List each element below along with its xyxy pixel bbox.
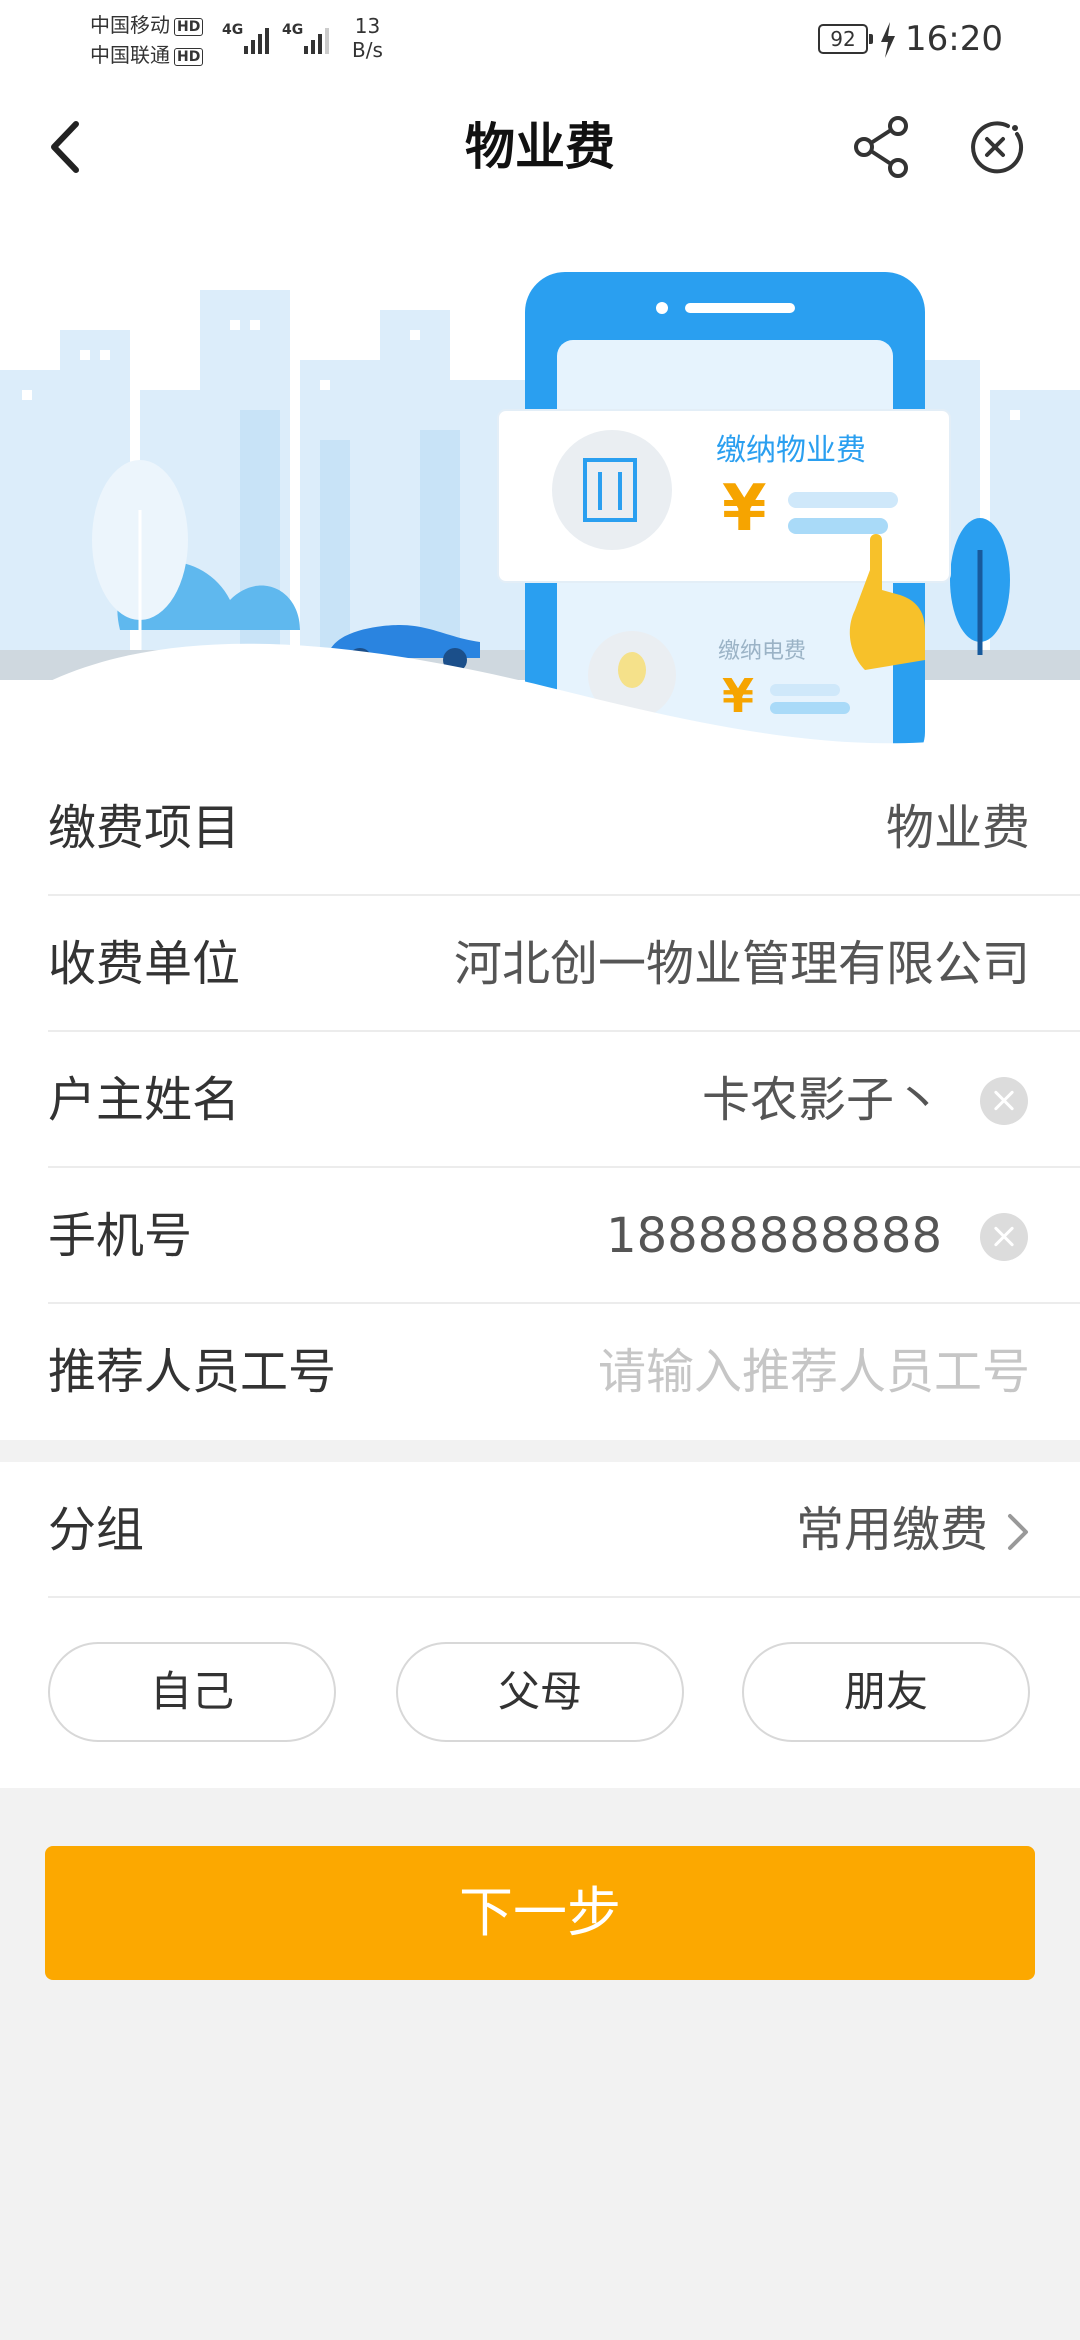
row-referrer-id: 推荐人员工号 bbox=[0, 1304, 1080, 1440]
card-main-title: 缴纳物业费 bbox=[716, 433, 866, 468]
card-secondary-title: 缴纳电费 bbox=[718, 639, 806, 664]
group-label: 分组 bbox=[48, 1502, 145, 1558]
status-bar: 中国移动 HD 中国联通 HD 4G 4G 13 B/s 92 16:20 bbox=[0, 0, 1080, 84]
payment-item-value: 物业费 bbox=[885, 800, 1030, 856]
row-phone: 手机号 18888888888 bbox=[0, 1168, 1080, 1304]
owner-name-field[interactable]: 卡农影子丶 bbox=[702, 1032, 942, 1168]
signal-icon: 4G bbox=[222, 22, 269, 54]
clear-icon[interactable] bbox=[980, 1077, 1028, 1125]
clock: 16:20 bbox=[905, 19, 1003, 59]
banner-graphic: 缴纳物业费 ¥ 缴纳电费 ¥ bbox=[0, 210, 1080, 760]
nav-bar: 物业费 bbox=[0, 84, 1080, 210]
payment-form: 缴费项目 物业费 收费单位 河北创一物业管理有限公司 户主姓名 卡农影子丶 手机… bbox=[0, 760, 1080, 1440]
group-value: 常用缴费 bbox=[795, 1502, 988, 1558]
share-icon[interactable] bbox=[846, 112, 916, 182]
chevron-right-icon bbox=[1008, 1514, 1028, 1550]
net-speed: 13 B/s bbox=[352, 14, 383, 62]
hd-badge: HD bbox=[174, 17, 204, 36]
chip-self[interactable]: 自己 bbox=[48, 1642, 336, 1742]
chip-friends[interactable]: 朋友 bbox=[742, 1642, 1030, 1742]
referrer-id-label: 推荐人员工号 bbox=[48, 1344, 337, 1400]
back-icon[interactable] bbox=[40, 114, 96, 180]
page-title: 物业费 bbox=[465, 118, 615, 176]
owner-name-label: 户主姓名 bbox=[48, 1072, 241, 1128]
phone-label: 手机号 bbox=[48, 1208, 193, 1264]
carrier-info: 中国移动 HD 中国联通 HD bbox=[90, 10, 204, 70]
divider bbox=[48, 1596, 1080, 1598]
referrer-id-input[interactable] bbox=[470, 1304, 1030, 1440]
row-payee-unit: 收费单位 河北创一物业管理有限公司 bbox=[0, 896, 1080, 1032]
row-owner-name: 户主姓名 卡农影子丶 bbox=[0, 1032, 1080, 1168]
currency-symbol: ¥ bbox=[722, 472, 767, 546]
close-icon[interactable] bbox=[960, 112, 1030, 182]
chip-parents[interactable]: 父母 bbox=[396, 1642, 684, 1742]
svg-text:4G: 4G bbox=[282, 22, 303, 38]
row-payment-item: 缴费项目 物业费 bbox=[0, 760, 1080, 896]
banner-illustration: 缴纳物业费 ¥ 缴纳电费 ¥ bbox=[0, 210, 1080, 760]
signal-icon: 4G bbox=[282, 22, 329, 54]
clear-icon[interactable] bbox=[980, 1213, 1028, 1261]
payee-unit-label: 收费单位 bbox=[48, 936, 241, 992]
charging-icon bbox=[881, 22, 895, 58]
currency-symbol: ¥ bbox=[722, 669, 754, 723]
hd-badge: HD bbox=[174, 47, 204, 66]
carrier-2: 中国联通 bbox=[90, 43, 170, 67]
battery-indicator: 92 bbox=[818, 24, 873, 54]
carrier-1: 中国移动 bbox=[90, 13, 170, 37]
payment-item-label: 缴费项目 bbox=[48, 800, 241, 856]
svg-text:4G: 4G bbox=[222, 22, 243, 38]
payee-unit-value: 河北创一物业管理有限公司 bbox=[453, 936, 1030, 992]
phone-field[interactable]: 18888888888 bbox=[606, 1168, 942, 1304]
group-section: 分组 常用缴费 自己 父母 朋友 bbox=[0, 1462, 1080, 1788]
group-selector[interactable]: 分组 常用缴费 bbox=[0, 1462, 1080, 1598]
next-button[interactable]: 下一步 bbox=[45, 1846, 1035, 1980]
